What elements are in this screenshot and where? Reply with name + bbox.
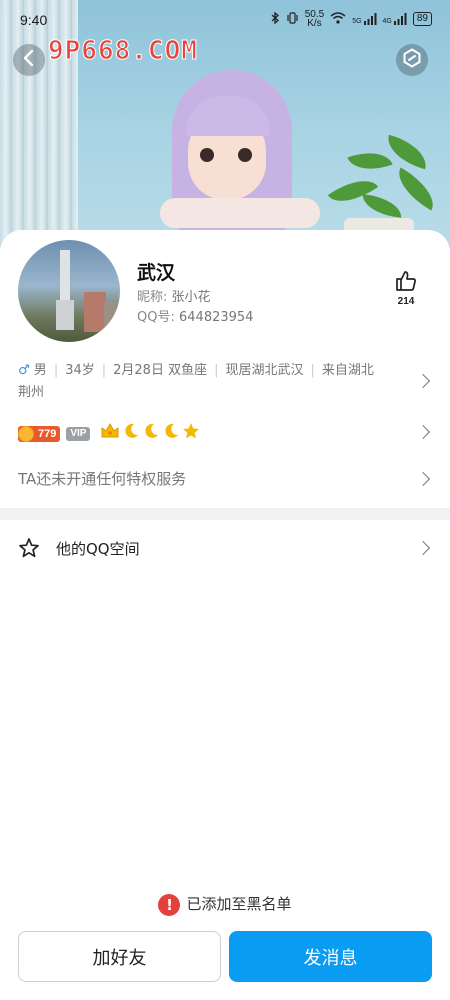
add-friend-button[interactable]: 加好友 xyxy=(18,931,221,982)
thumbs-up-icon xyxy=(395,271,417,296)
coin-icon xyxy=(18,425,34,442)
birthday-text: 2月28日 xyxy=(113,363,164,378)
chevron-left-icon xyxy=(22,49,36,71)
signal-type-label: 4G xyxy=(382,18,392,25)
avatar[interactable] xyxy=(18,240,120,342)
vip-badge: VIP xyxy=(66,426,91,441)
status-icons: 50.5 K/s 5G 4G 89 xyxy=(271,10,432,29)
separator: | xyxy=(310,363,315,378)
plant-leaf xyxy=(361,194,403,218)
nickname-value: 张小花 xyxy=(171,290,211,305)
signal-icon: 5G xyxy=(352,13,377,25)
age-text: 34岁 xyxy=(65,363,95,378)
qzone-entry[interactable]: 他的QQ空间 xyxy=(0,528,450,568)
avatar-tower-base xyxy=(56,300,74,330)
vibrate-icon xyxy=(286,11,299,27)
separator: | xyxy=(101,363,107,378)
hexagon-icon xyxy=(402,48,422,72)
moon-icon xyxy=(162,422,180,445)
star-icon xyxy=(182,422,200,445)
status-time: 9:40 xyxy=(20,12,48,28)
wifi-icon xyxy=(330,11,346,27)
coin-value: 779 xyxy=(38,427,57,440)
qzone-star-icon xyxy=(18,537,40,563)
avatar-building xyxy=(104,302,120,332)
like-button[interactable]: 214 xyxy=(390,270,422,307)
network-speed: 50.5 K/s xyxy=(305,10,324,29)
nickname-row: 昵称: 张小花 xyxy=(137,286,211,305)
send-message-button[interactable]: 发消息 xyxy=(229,931,432,982)
separator: | xyxy=(53,363,59,378)
plant-leaf xyxy=(347,143,393,179)
separator: | xyxy=(214,363,219,378)
blacklist-notice-text: 已添加至黑名单 xyxy=(186,895,292,913)
alert-icon: ! xyxy=(158,893,181,916)
battery-indicator: 89 xyxy=(412,12,432,26)
back-button[interactable] xyxy=(13,44,45,76)
male-icon: ♂ xyxy=(18,363,30,378)
cover-character-eye xyxy=(200,148,214,162)
qzone-label: 他的QQ空间 xyxy=(56,540,140,558)
status-bar: 9:40 50.5 K/s 5G 4G 89 xyxy=(0,0,450,40)
signal-type-label: 5G xyxy=(352,18,362,25)
avatar-building xyxy=(84,292,106,332)
profile-info-row[interactable]: ♂ 男 | 34岁 | 2月28日 双鱼座 | 现居湖北武汉 | 来自湖北荆州 xyxy=(18,360,378,404)
blacklist-notice: ! 已添加至黑名单 xyxy=(0,893,450,916)
badges-row[interactable]: 779 VIP xyxy=(18,422,200,445)
profile-card xyxy=(0,230,450,1000)
cover-character-eye xyxy=(238,148,252,162)
plant-leaf xyxy=(389,167,443,211)
coin-badge: 779 xyxy=(18,425,61,442)
moon-icon xyxy=(142,422,160,445)
moon-icon xyxy=(122,422,140,445)
qq-number-row: QQ号: 644823954 xyxy=(137,306,253,325)
signal-icon: 4G xyxy=(383,13,407,25)
nickname-label: 昵称: xyxy=(137,290,168,305)
level-icons xyxy=(100,422,200,445)
speed-unit: K/s xyxy=(307,18,322,29)
gender-text: 男 xyxy=(33,363,47,378)
profile-name: 武汉 xyxy=(137,262,176,284)
qq-number-label: QQ号: xyxy=(137,310,175,325)
qq-number-value: 644823954 xyxy=(179,310,254,325)
like-count: 214 xyxy=(397,296,415,307)
cover-character-arms xyxy=(160,198,320,228)
bluetooth-icon xyxy=(271,11,280,27)
chevron-right-icon xyxy=(415,540,431,556)
section-divider xyxy=(0,508,450,520)
more-options-button[interactable] xyxy=(396,44,428,76)
zodiac-text: 双鱼座 xyxy=(168,363,208,378)
crown-icon xyxy=(100,422,120,445)
residence-text: 现居湖北武汉 xyxy=(225,363,304,378)
watermark-text: 9P668.COM xyxy=(48,36,198,67)
privilege-status-text[interactable]: TA还未开通任何特权服务 xyxy=(18,468,186,489)
